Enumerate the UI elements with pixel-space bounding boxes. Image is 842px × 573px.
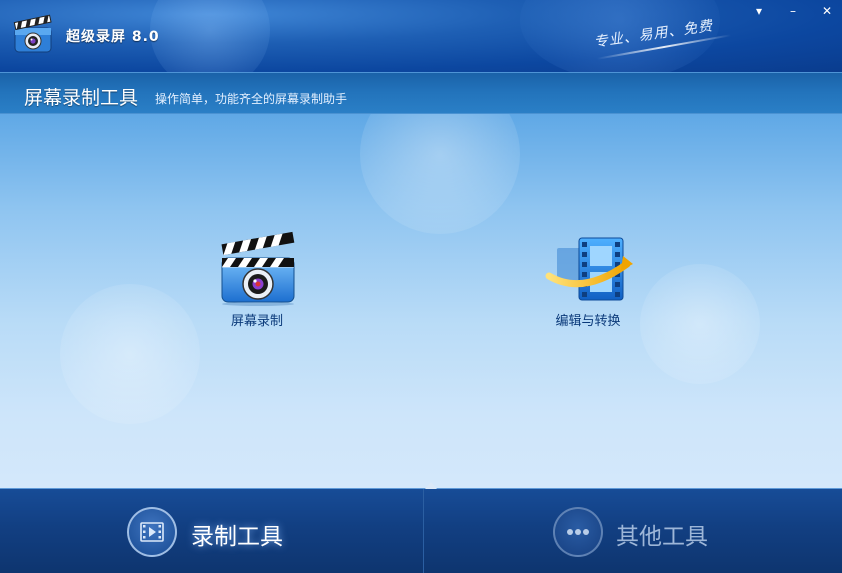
section-title: 屏幕录制工具 — [24, 87, 139, 109]
clapperboard-camera-icon — [221, 231, 295, 306]
tool-label: 屏幕录制 — [230, 314, 283, 329]
video-film-icon — [140, 522, 164, 542]
title-glow — [150, 0, 270, 72]
screen-record-tool[interactable]: 屏幕录制 — [205, 230, 309, 329]
section-description: 操作简单，功能齐全的屏幕录制助手 — [155, 92, 348, 106]
tab-recording-tools[interactable]: 录制工具 — [0, 489, 423, 573]
title-bar: 超级录屏 8.0 专业、易用、免费 ▾ – ✕ — [0, 0, 842, 72]
minimize-button[interactable]: – — [780, 2, 806, 20]
app-title: 超级录屏 8.0 — [66, 29, 160, 45]
chevron-down-icon: ▾ — [755, 4, 763, 18]
active-pointer-icon — [425, 482, 437, 489]
more-dots-icon — [567, 529, 589, 535]
nav-icon-circle — [127, 507, 177, 557]
tool-label: 编辑与转换 — [555, 314, 621, 329]
nav-divider — [423, 489, 424, 573]
background-glow — [640, 264, 760, 384]
minimize-icon: – — [790, 4, 796, 18]
close-button[interactable]: ✕ — [814, 2, 840, 20]
edit-convert-tool[interactable]: 编辑与转换 — [536, 234, 640, 329]
tools-panel: 屏幕录制 编辑与转换 — [0, 114, 842, 488]
tab-label: 其他工具 — [616, 524, 708, 550]
bottom-navigation: 录制工具 其他工具 — [0, 482, 842, 573]
tab-label: 录制工具 — [191, 524, 283, 550]
close-icon: ✕ — [821, 4, 833, 18]
film-convert-icon — [545, 237, 633, 301]
background-glow — [60, 284, 200, 424]
menu-dropdown-button[interactable]: ▾ — [746, 2, 772, 20]
nav-icon-circle — [553, 507, 603, 557]
background-glow — [360, 114, 520, 234]
tab-other-tools[interactable]: 其他工具 — [425, 489, 842, 573]
section-header: 屏幕录制工具 操作简单，功能齐全的屏幕录制助手 — [0, 72, 842, 114]
app-logo-icon — [13, 14, 52, 53]
